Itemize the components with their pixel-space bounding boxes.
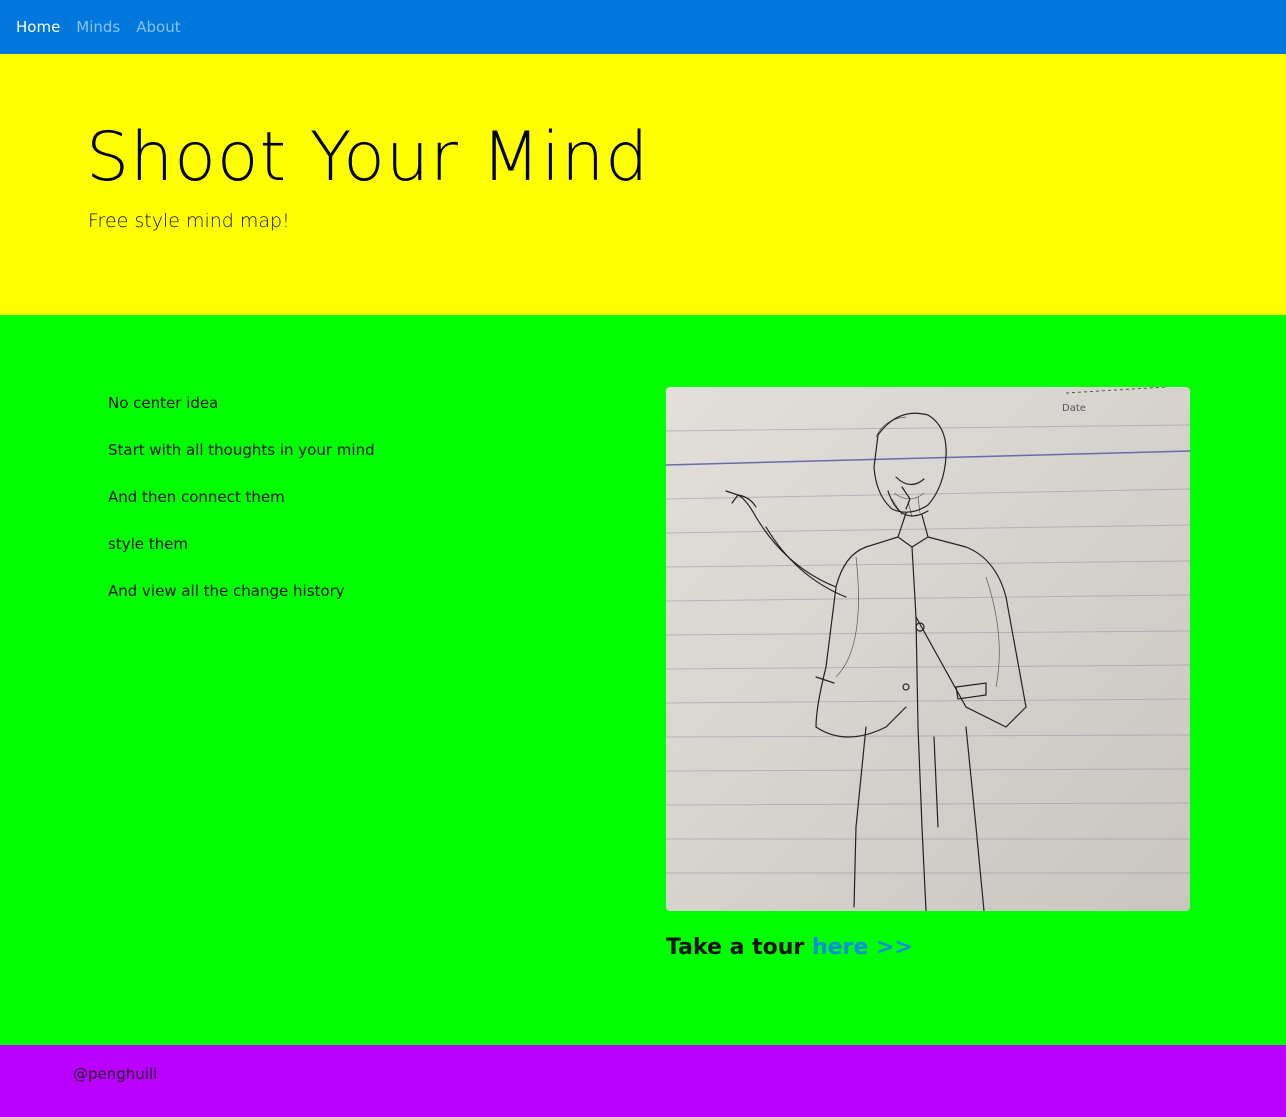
navbar: Home Minds About <box>0 0 1286 54</box>
hero-section: Shoot Your Mind Free style mind map! <box>0 54 1286 315</box>
page-subtitle: Free style mind map! <box>88 210 290 232</box>
footer: @penghuili <box>0 1045 1286 1117</box>
feature-list: No center idea Start with all thoughts i… <box>108 393 375 628</box>
feature-item: style them <box>108 535 188 553</box>
page-title: Shoot Your Mind <box>86 118 650 197</box>
sketch-image: Date <box>666 387 1190 911</box>
feature-item: And view all the change history <box>108 582 345 600</box>
feature-item: And then connect them <box>108 488 285 506</box>
nav-link-about[interactable]: About <box>136 18 180 36</box>
nav-link-home[interactable]: Home <box>16 18 60 36</box>
feature-item: Start with all thoughts in your mind <box>108 441 375 459</box>
feature-item: No center idea <box>108 394 219 412</box>
main-section: No center idea Start with all thoughts i… <box>0 315 1286 1045</box>
nav-link-minds[interactable]: Minds <box>76 18 120 36</box>
footer-credit: @penghuili <box>73 1065 158 1083</box>
paper-date-label: Date <box>1062 403 1086 414</box>
tour-callout: Take a tour here >> <box>666 935 913 960</box>
tour-link[interactable]: here >> <box>812 935 913 960</box>
tour-text: Take a tour <box>666 935 805 960</box>
